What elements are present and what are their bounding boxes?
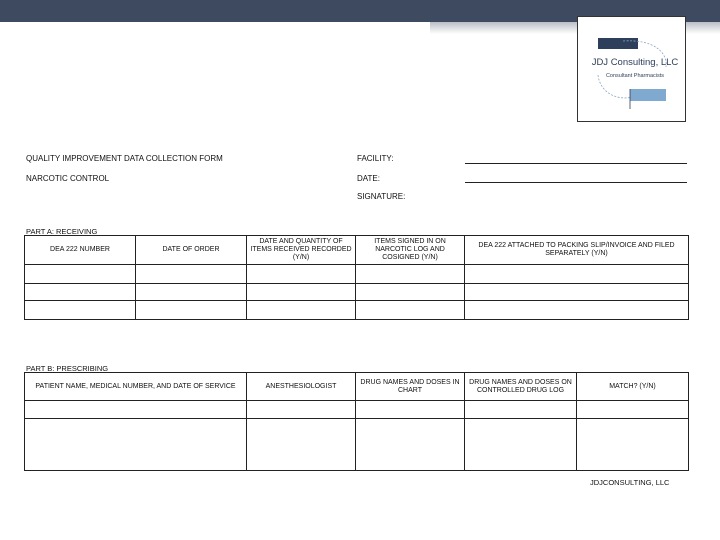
table-cell[interactable] xyxy=(576,400,689,419)
part-b-table: PATIENT NAME, MEDICAL NUMBER, AND DATE O… xyxy=(24,372,689,471)
col-match: MATCH? (Y/N) xyxy=(576,372,689,401)
date-field-line[interactable] xyxy=(465,182,687,183)
table-cell[interactable] xyxy=(135,264,247,284)
facility-label: FACILITY: xyxy=(357,154,394,163)
table-cell[interactable] xyxy=(355,418,465,471)
table-cell[interactable] xyxy=(24,300,136,320)
table-cell[interactable] xyxy=(135,283,247,301)
col-date-quantity-received: DATE AND QUANTITY OF ITEMS RECEIVED RECO… xyxy=(246,235,356,265)
table-cell[interactable] xyxy=(246,283,356,301)
part-a-header-row: DEA 222 NUMBER DATE OF ORDER DATE AND QU… xyxy=(24,235,689,265)
table-cell[interactable] xyxy=(24,283,136,301)
form-subtitle: NARCOTIC CONTROL xyxy=(26,174,110,183)
table-cell[interactable] xyxy=(464,418,577,471)
table-cell[interactable] xyxy=(355,264,465,284)
col-dea-222-attached: DEA 222 ATTACHED TO PACKING SLIP/INVOICE… xyxy=(464,235,689,265)
table-cell[interactable] xyxy=(246,300,356,320)
col-anesthesiologist: ANESTHESIOLOGIST xyxy=(246,372,356,401)
logo-company-name: JDJ Consulting, LLC xyxy=(591,57,679,68)
part-b-header-row: PATIENT NAME, MEDICAL NUMBER, AND DATE O… xyxy=(24,372,689,401)
facility-field-line[interactable] xyxy=(465,163,687,164)
table-cell[interactable] xyxy=(24,400,247,419)
table-cell[interactable] xyxy=(355,300,465,320)
table-cell[interactable] xyxy=(464,300,689,320)
banner-cutout xyxy=(0,22,430,36)
table-cell[interactable] xyxy=(246,400,356,419)
table-cell[interactable] xyxy=(246,418,356,471)
col-drug-names-on-log: DRUG NAMES AND DOSES ON CONTROLLED DRUG … xyxy=(464,372,577,401)
table-row xyxy=(24,418,689,471)
table-cell[interactable] xyxy=(464,264,689,284)
logo-tagline: Consultant Pharmacists xyxy=(605,73,665,79)
col-items-signed-in: ITEMS SIGNED IN ON NARCOTIC LOG AND COSI… xyxy=(355,235,465,265)
table-row xyxy=(24,400,689,419)
table-cell[interactable] xyxy=(135,300,247,320)
form-title: QUALITY IMPROVEMENT DATA COLLECTION FORM xyxy=(26,154,223,163)
table-cell[interactable] xyxy=(576,418,689,471)
table-cell[interactable] xyxy=(464,400,577,419)
footer-company: JDJCONSULTING, LLC xyxy=(590,478,670,487)
table-cell[interactable] xyxy=(246,264,356,284)
part-a-table: DEA 222 NUMBER DATE OF ORDER DATE AND QU… xyxy=(24,235,689,320)
table-cell[interactable] xyxy=(355,400,465,419)
table-cell[interactable] xyxy=(24,264,136,284)
table-cell[interactable] xyxy=(355,283,465,301)
table-row xyxy=(24,264,689,284)
table-cell[interactable] xyxy=(24,418,247,471)
table-row xyxy=(24,300,689,320)
col-drug-names-in-chart: DRUG NAMES AND DOSES IN CHART xyxy=(355,372,465,401)
logo-graphic xyxy=(597,38,667,109)
table-cell[interactable] xyxy=(464,283,689,301)
table-row xyxy=(24,283,689,301)
signature-label: SIGNATURE: xyxy=(357,192,406,201)
company-logo: JDJ Consulting, LLC Consultant Pharmacis… xyxy=(577,16,686,122)
col-patient-name: PATIENT NAME, MEDICAL NUMBER, AND DATE O… xyxy=(24,372,247,401)
col-dea-222-number: DEA 222 NUMBER xyxy=(24,235,136,265)
col-date-of-order: DATE OF ORDER xyxy=(135,235,247,265)
date-label: DATE: xyxy=(357,174,380,183)
